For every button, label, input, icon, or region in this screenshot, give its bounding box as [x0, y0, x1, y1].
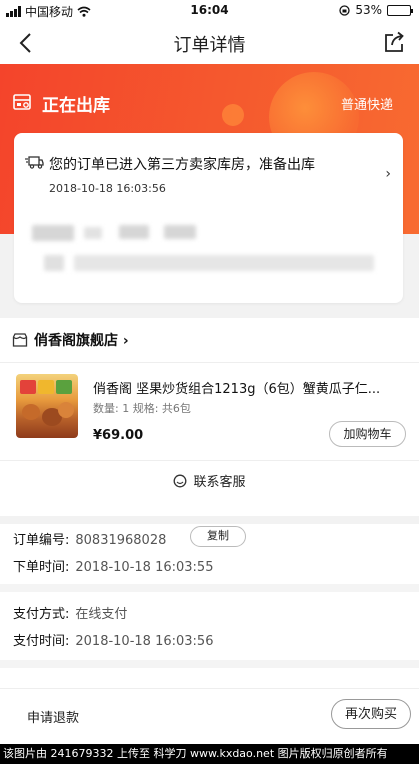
divider — [0, 460, 419, 461]
section-gap — [0, 516, 419, 524]
store-icon — [12, 333, 28, 347]
product-image[interactable] — [16, 374, 78, 438]
pay-method: 在线支付 — [75, 607, 128, 622]
add-to-cart-button[interactable]: 加购物车 — [329, 421, 406, 447]
pay-method-row: 支付方式: 在线支付 — [13, 603, 127, 622]
blurred-address — [74, 255, 374, 271]
customer-service-icon — [174, 474, 187, 488]
contact-service-button[interactable]: 联系客服 — [0, 471, 419, 490]
rebuy-button[interactable]: 再次购买 — [331, 699, 411, 729]
watermark-footer: 该图片由 241679332 上传至 科学刀 www.kxdao.net 图片版… — [0, 744, 419, 764]
battery-icon — [387, 4, 413, 16]
product-spec: 数量: 1 规格: 共6包 — [93, 402, 191, 415]
store-name-link[interactable]: 俏香阁旗舰店 › — [34, 330, 129, 350]
refund-button[interactable]: 申请退款 — [27, 707, 79, 726]
blurred-address — [84, 227, 102, 239]
chevron-right-icon: › — [385, 166, 391, 182]
blurred-address — [164, 225, 196, 239]
pay-time: 2018-10-18 16:03:56 — [75, 634, 214, 649]
order-status: 正在出库 — [42, 96, 110, 116]
blurred-address — [119, 225, 149, 239]
order-time-row: 下单时间: 2018-10-18 16:03:55 — [13, 556, 213, 575]
bottom-action-bar: 申请退款 再次购买 — [0, 688, 419, 744]
pay-time-row: 支付时间: 2018-10-18 16:03:56 — [13, 630, 213, 649]
warehouse-icon — [13, 94, 31, 110]
divider — [0, 362, 419, 363]
order-number-row: 订单编号: 80831968028 — [13, 529, 166, 548]
order-number: 80831968028 — [75, 533, 167, 548]
store-section: 俏香阁旗舰店 › 俏香阁 坚果炒货组合1213g（6包）蟹黄瓜子仁... 数量:… — [0, 318, 419, 516]
pay-method-label: 支付方式: — [13, 607, 70, 622]
order-time: 2018-10-18 16:03:55 — [75, 560, 214, 575]
contact-service-label: 联系客服 — [193, 475, 246, 490]
banner-decoration-small — [222, 104, 244, 126]
product-name[interactable]: 俏香阁 坚果炒货组合1213g（6包）蟹黄瓜子仁... — [93, 378, 407, 397]
order-number-label: 订单编号: — [13, 533, 70, 548]
status-right: 53% — [339, 3, 413, 17]
pay-time-label: 支付时间: — [13, 634, 70, 649]
order-time-label: 下单时间: — [13, 560, 70, 575]
lock-rotation-icon — [339, 4, 350, 16]
battery-percent: 53% — [355, 3, 382, 17]
share-icon[interactable] — [381, 30, 407, 56]
blurred-address — [44, 255, 64, 271]
truck-icon — [25, 156, 44, 169]
section-separator — [0, 660, 419, 668]
nav-bar: 订单详情 — [0, 20, 419, 64]
section-separator — [0, 584, 419, 592]
logistics-message: 您的订单已进入第三方卖家库房，准备出库 — [49, 157, 315, 173]
status-bar: 中国移动 16:04 53% — [0, 0, 419, 20]
shipping-type: 普通快递 — [340, 98, 393, 113]
copy-button[interactable]: 复制 — [190, 526, 246, 547]
page-title: 订单详情 — [173, 35, 246, 56]
blurred-address — [32, 225, 74, 241]
product-price: ¥69.00 — [93, 428, 144, 443]
logistics-card[interactable]: 您的订单已进入第三方卖家库房，准备出库 2018-10-18 16:03:56 … — [14, 133, 403, 303]
logistics-time: 2018-10-18 16:03:56 — [49, 182, 166, 195]
